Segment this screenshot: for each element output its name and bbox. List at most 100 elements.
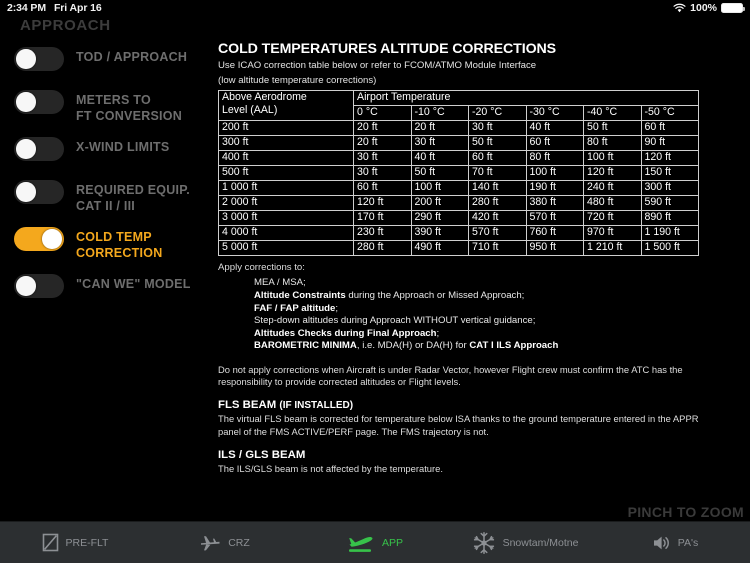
apply-corrections-list: MEA / MSA; Altitude Constraints during t… (254, 277, 750, 353)
plane-landing-icon (347, 532, 375, 554)
tab-label: CRZ (228, 536, 250, 549)
table-cell: 90 ft (640, 135, 700, 152)
page-title: COLD TEMPERATURES ALTITUDE CORRECTIONS (218, 41, 557, 57)
table-row: 400 ft 30 ft 40 ft 60 ft 80 ft 100 ft 12… (218, 150, 700, 167)
table-cell: 100 ft (583, 150, 642, 167)
sidebar-item-meters-to-ft-conversion[interactable]: METERS TO FT CONVERSION (0, 86, 213, 124)
table-cell: 380 ft (525, 195, 584, 212)
status-bar-time: 2:34 PM (7, 1, 46, 14)
tab-crz[interactable]: CRZ (150, 522, 300, 563)
table-cell: 140 ft (468, 180, 527, 197)
table-cell: 60 ft (525, 135, 584, 152)
list-item: BAROMETRIC MINIMA, i.e. MDA(H) or DA(H) … (254, 340, 750, 353)
bottom-tab-bar: PRE-FLT CRZ APP Snowtam/Motne PA's (0, 521, 750, 563)
tab-snowtam-motne[interactable]: Snowtam/Motne (450, 522, 600, 563)
table-cell: 590 ft (640, 195, 700, 212)
list-item-text: ; (335, 302, 339, 314)
sidebar-item-label: COLD TEMP CORRECTION (76, 230, 163, 260)
battery-percent: 100% (690, 1, 717, 14)
table-cell: 30 ft (410, 135, 469, 152)
toggle-knob (16, 49, 36, 69)
table-cell: 20 ft (353, 120, 412, 137)
table-cell: 60 ft (640, 120, 700, 137)
table-cell: 420 ft (468, 210, 527, 227)
table-col-header: 0 °C (353, 105, 412, 122)
table-row: 4 000 ft 230 ft 390 ft 570 ft 760 ft 970… (218, 225, 700, 242)
sidebar-item-can-we-model[interactable]: "CAN WE" MODEL (0, 270, 213, 304)
sidebar-item-required-equip-cat-ii-iii[interactable]: REQUIRED EQUIP. CAT II / III (0, 176, 213, 214)
sidebar-title: APPROACH (20, 17, 111, 34)
list-item-bold-2: CAT I ILS Approach (469, 340, 559, 352)
table-cell-aal: 300 ft (218, 135, 354, 152)
table-cell: 1 190 ft (640, 225, 700, 242)
toggle-knob (42, 229, 62, 249)
toggle-cold-temp-correction[interactable] (14, 227, 64, 251)
table-header-airport-temperature: Airport Temperature (352, 90, 700, 107)
table-cell: 240 ft (583, 180, 642, 197)
table-cell: 390 ft (410, 225, 469, 242)
sidebar: APPROACH TOD / APPROACH METERS TO FT CON… (0, 15, 213, 500)
table-cell: 30 ft (468, 120, 527, 137)
table-cell: 120 ft (583, 165, 642, 182)
toggle-tod-approach[interactable] (14, 47, 64, 71)
table-cell: 50 ft (468, 135, 527, 152)
sidebar-item-cold-temp-correction[interactable]: COLD TEMP CORRECTION (0, 223, 213, 261)
wifi-icon (673, 3, 686, 13)
table-cell: 170 ft (353, 210, 412, 227)
main-content: COLD TEMPERATURES ALTITUDE CORRECTIONS U… (213, 15, 750, 500)
tab-pas[interactable]: PA's (600, 522, 750, 563)
toggle-meters-to-ft-conversion[interactable] (14, 90, 64, 114)
battery-full-icon (721, 2, 745, 13)
table-cell: 200 ft (410, 195, 469, 212)
table-col-header: -40 °C (583, 105, 642, 122)
table-cell: 950 ft (525, 240, 584, 257)
table-cell: 120 ft (640, 150, 700, 167)
tab-app[interactable]: APP (300, 522, 450, 563)
sidebar-item-label: TOD / APPROACH (76, 50, 188, 64)
toggle-can-we-model[interactable] (14, 274, 64, 298)
list-item-text: Step-down altitudes during Approach WITH… (254, 315, 536, 327)
list-item-text: ; (436, 327, 440, 339)
tab-label: PA's (677, 536, 699, 549)
table-cell: 40 ft (525, 120, 584, 137)
table-cell: 570 ft (468, 225, 527, 242)
table-cell: 20 ft (353, 135, 412, 152)
table-cell: 120 ft (353, 195, 412, 212)
sidebar-item-x-wind-limits[interactable]: X-WIND LIMITS (0, 133, 213, 167)
table-cell: 80 ft (525, 150, 584, 167)
table-col-header: -30 °C (525, 105, 584, 122)
table-cell: 50 ft (410, 165, 469, 182)
table-row: 2 000 ft 120 ft 200 ft 280 ft 380 ft 480… (218, 195, 700, 212)
table-row: 200 ft 20 ft 20 ft 30 ft 40 ft 50 ft 60 … (218, 120, 700, 137)
sidebar-item-list: TOD / APPROACH METERS TO FT CONVERSION X… (0, 43, 213, 304)
list-item-text: during the Approach or Missed Approach; (345, 290, 525, 301)
table-cell-aal: 2 000 ft (218, 195, 354, 212)
sidebar-item-label: METERS TO FT CONVERSION (76, 93, 183, 123)
table-cell: 100 ft (410, 180, 469, 197)
status-bar-right: 100% (673, 1, 745, 14)
table-cell: 1 500 ft (640, 240, 700, 257)
table-cell: 290 ft (410, 210, 469, 227)
status-bar-date: Fri Apr 16 (53, 1, 102, 14)
toggle-knob (16, 139, 36, 159)
table-cell: 890 ft (640, 210, 700, 227)
table-cell-aal: 4 000 ft (218, 225, 354, 242)
tab-pre-flt[interactable]: PRE-FLT (0, 522, 150, 563)
table-cell: 230 ft (353, 225, 412, 242)
table-row: 500 ft 30 ft 50 ft 70 ft 100 ft 120 ft 1… (218, 165, 700, 182)
table-row: 1 000 ft 60 ft 100 ft 140 ft 190 ft 240 … (218, 180, 700, 197)
sidebar-item-tod-approach[interactable]: TOD / APPROACH (0, 43, 213, 77)
table-cell-aal: 1 000 ft (218, 180, 354, 197)
page-subtitle-line-2: (low altitude temperature corrections) (218, 75, 377, 87)
sidebar-item-label: REQUIRED EQUIP. CAT II / III (76, 183, 190, 213)
fls-beam-heading: FLS BEAM (IF INSTALLED) (218, 399, 750, 411)
table-col-header: -20 °C (468, 105, 527, 122)
toggle-knob (16, 276, 36, 296)
toggle-required-equip[interactable] (14, 180, 64, 204)
table-cell: 70 ft (468, 165, 527, 182)
sidebar-item-label: X-WIND LIMITS (76, 140, 170, 154)
toggle-x-wind-limits[interactable] (14, 137, 64, 161)
table-cell: 760 ft (525, 225, 584, 242)
list-item: Step-down altitudes during Approach WITH… (254, 315, 750, 328)
table-cell: 150 ft (640, 165, 700, 182)
